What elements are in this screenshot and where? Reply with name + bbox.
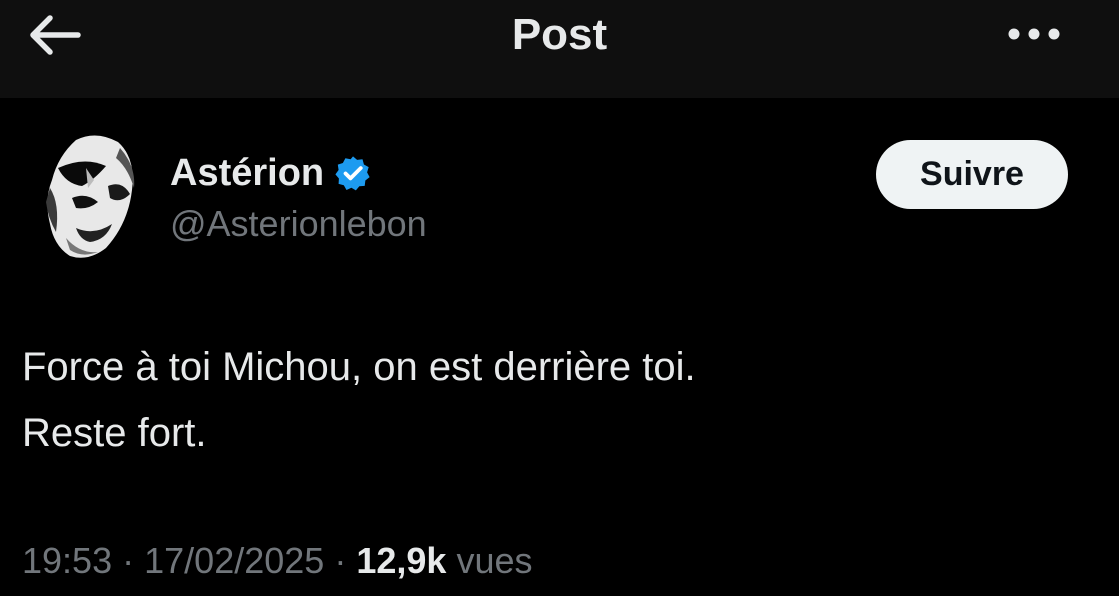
follow-button[interactable]: Suivre — [876, 140, 1068, 209]
author-name-row: Astérion — [170, 150, 372, 196]
tweet-meta: 19:53 · 17/02/2025 · 12,9k vues — [22, 538, 533, 584]
verified-badge-icon — [335, 156, 370, 191]
tweet-line: Reste fort. — [22, 411, 207, 455]
tweet-text: Force à toi Michou, on est derrière toi.… — [22, 334, 696, 466]
meta-separator: · — [122, 540, 135, 581]
page-title: Post — [511, 10, 608, 59]
more-dots-icon[interactable] — [1002, 20, 1066, 48]
top-bar: Post — [0, 0, 1119, 98]
tweet-line: Force à toi Michou, on est derrière toi. — [22, 345, 696, 389]
author-handle[interactable]: @Asterionlebon — [170, 202, 427, 246]
views-count: 12,9k — [356, 540, 447, 581]
views-label: vues — [456, 540, 533, 581]
tweet-time[interactable]: 19:53 — [22, 540, 112, 581]
tweet-date[interactable]: 17/02/2025 — [144, 540, 324, 581]
avatar[interactable] — [36, 128, 144, 264]
display-name[interactable]: Astérion — [170, 150, 324, 196]
meta-separator: · — [334, 540, 347, 581]
